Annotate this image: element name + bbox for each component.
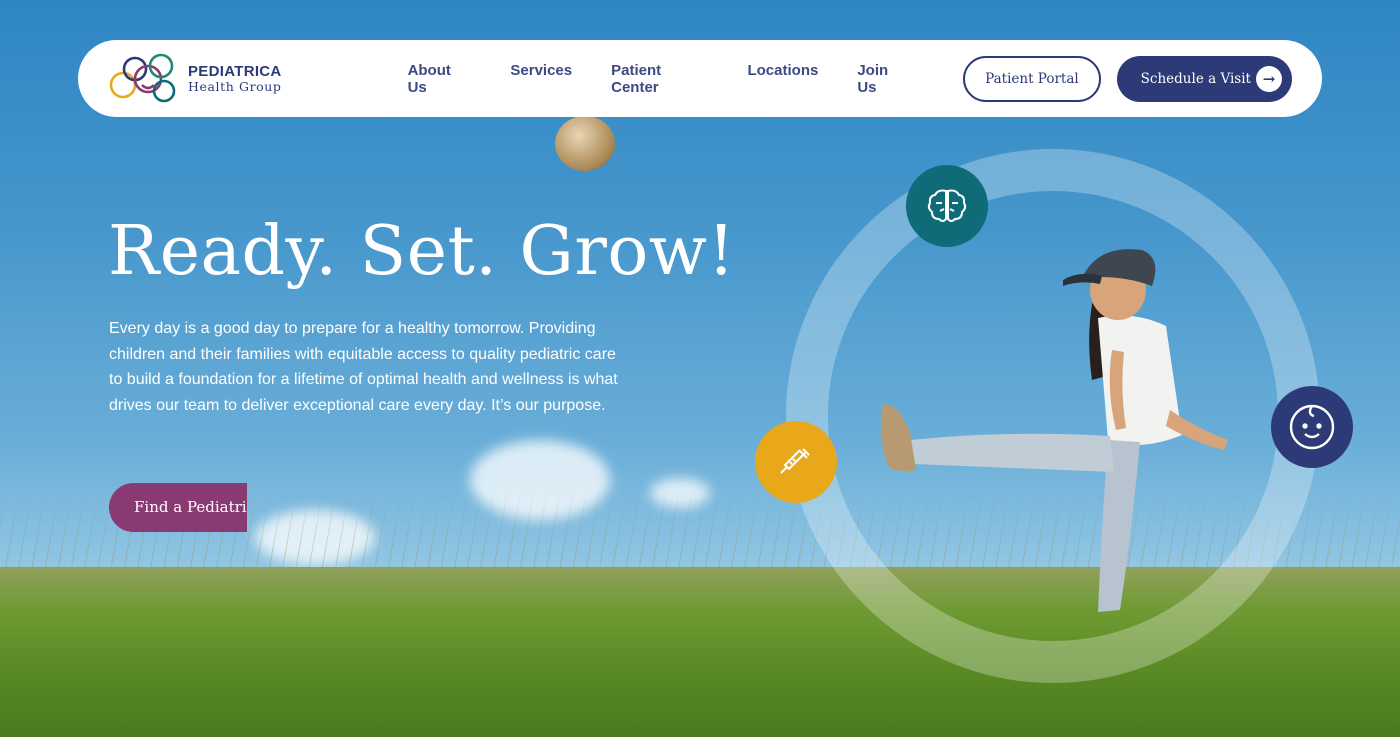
logo-name: PEDIATRICA bbox=[188, 63, 282, 81]
soccer-ball bbox=[555, 116, 615, 171]
find-pediatrician-button[interactable]: Find a Pediatrician bbox=[109, 483, 247, 532]
schedule-visit-button[interactable]: Schedule a Visit → bbox=[1116, 55, 1292, 102]
patient-portal-label: Patient Portal bbox=[985, 70, 1079, 87]
arrow-right-icon: → bbox=[1256, 65, 1282, 92]
site-header: PEDIATRICA Health Group About Us Service… bbox=[78, 40, 1322, 117]
child-kicking-photo bbox=[880, 249, 1228, 612]
logo-mark-icon bbox=[109, 53, 176, 102]
find-pediatrician-label: Find a Pediatrician bbox=[134, 498, 247, 516]
brain-badge bbox=[906, 165, 988, 247]
nav-link-services[interactable]: Services bbox=[510, 62, 572, 96]
hero-intro-text: Every day is a good day to prepare for a… bbox=[109, 320, 618, 415]
logo[interactable]: PEDIATRICA Health Group bbox=[108, 51, 282, 107]
brain-icon bbox=[927, 189, 967, 222]
nav-link-patient-center[interactable]: Patient Center bbox=[611, 62, 708, 96]
nav-link-join-us[interactable]: Join Us bbox=[857, 62, 909, 96]
nav-link-locations[interactable]: Locations bbox=[747, 62, 818, 96]
hero-headline: Ready. Set. Grow! bbox=[108, 212, 736, 291]
syringe-badge bbox=[755, 421, 837, 503]
syringe-icon bbox=[780, 448, 810, 474]
logo-subtitle: Health Group bbox=[188, 78, 282, 94]
patient-portal-button[interactable]: Patient Portal bbox=[963, 55, 1101, 102]
baby-face-badge bbox=[1271, 386, 1353, 468]
nav-link-about[interactable]: About Us bbox=[408, 62, 472, 96]
main-nav: About Us Services Patient Center Locatio… bbox=[408, 62, 910, 96]
schedule-visit-label: Schedule a Visit bbox=[1140, 70, 1251, 87]
baby-face-icon bbox=[1289, 404, 1335, 450]
